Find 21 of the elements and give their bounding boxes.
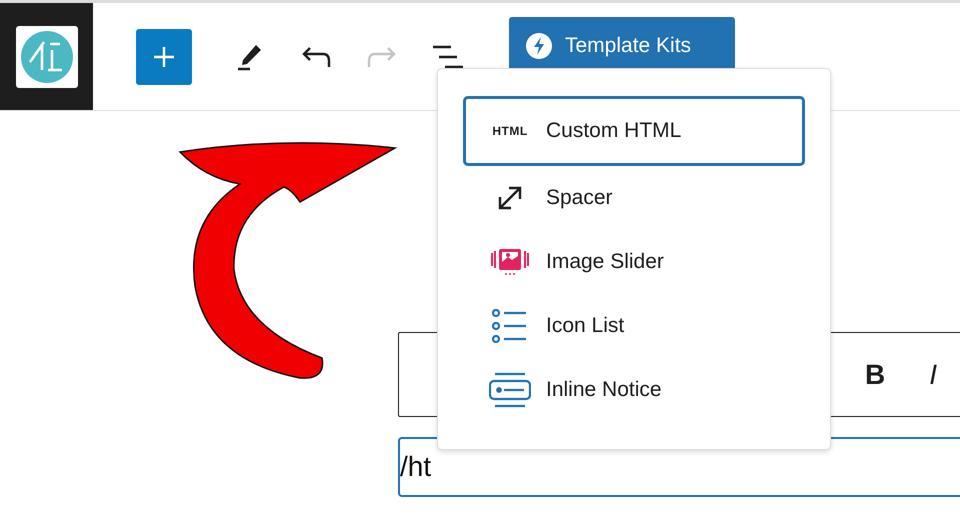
menu-item[interactable]: Inline Notice — [463, 358, 805, 422]
notice-icon — [489, 372, 531, 408]
list-icon — [492, 309, 528, 343]
undo-icon — [301, 44, 331, 68]
outline-icon — [431, 44, 463, 70]
pencil-button[interactable] — [237, 42, 263, 70]
logo-icon — [20, 30, 74, 84]
plus-icon — [153, 46, 175, 68]
html-icon: HTML — [492, 124, 528, 138]
italic-button[interactable]: I — [925, 358, 942, 390]
bolt-circle-icon — [525, 32, 553, 60]
outline-button[interactable] — [431, 44, 463, 70]
add-block-button[interactable] — [136, 28, 192, 84]
undo-button[interactable] — [301, 44, 331, 68]
bold-button[interactable]: B — [861, 358, 890, 390]
menu-item[interactable]: Image Slider — [463, 230, 805, 294]
menu-item[interactable]: Icon List — [463, 294, 805, 358]
menu-item[interactable]: Spacer — [463, 166, 805, 230]
image-slider-icon — [490, 248, 530, 276]
menu-item[interactable]: HTML Custom HTML — [463, 96, 805, 166]
pencil-icon — [237, 42, 263, 70]
